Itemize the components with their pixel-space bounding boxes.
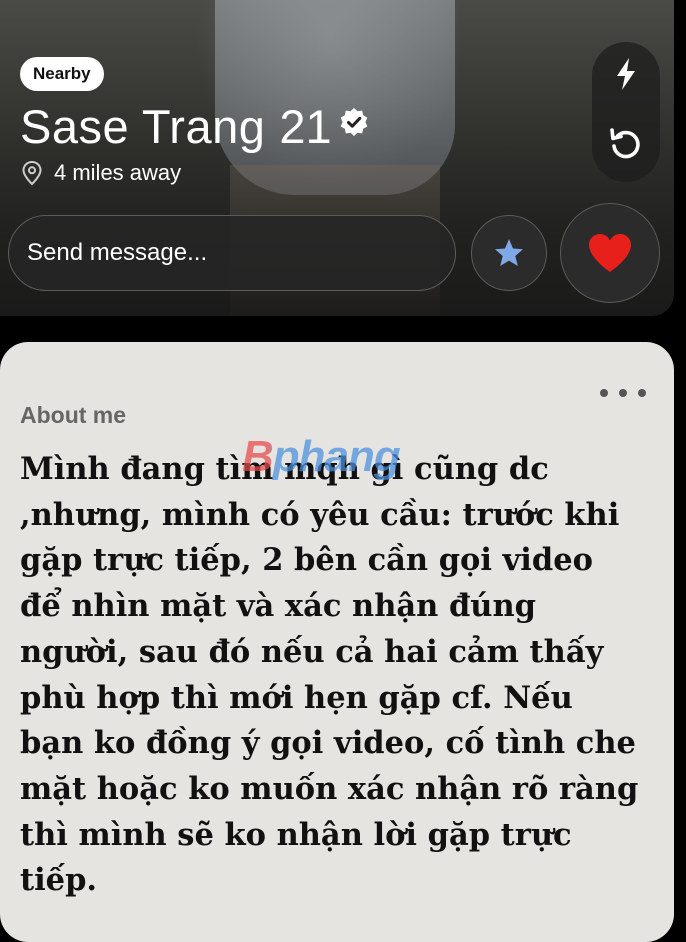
distance-text: 4 miles away — [54, 160, 182, 185]
heart-icon — [589, 234, 631, 272]
superlike-button[interactable] — [471, 215, 547, 291]
side-actions — [592, 42, 660, 182]
location-pin-icon — [22, 160, 42, 186]
about-heading: About me — [20, 402, 127, 428]
profile-name: Sase Trang — [20, 99, 266, 153]
profile-card[interactable]: Nearby Sase Trang 21 4 miles away Send m… — [0, 0, 674, 316]
verified-icon — [340, 108, 367, 136]
about-card: About me Mình đang tìm mqh gì cũng dc ,n… — [0, 342, 674, 942]
like-button[interactable] — [560, 203, 660, 303]
more-options-button[interactable] — [600, 382, 646, 404]
more-icon — [600, 389, 608, 397]
distance-row: 4 miles away — [20, 160, 181, 186]
name-row: Sase Trang 21 — [20, 96, 370, 156]
watermark: Bphang — [242, 432, 401, 481]
send-message-input[interactable]: Send message... — [8, 215, 456, 291]
boost-icon[interactable] — [609, 56, 643, 92]
profile-age: 21 — [279, 99, 332, 153]
rewind-icon[interactable] — [608, 124, 644, 162]
star-icon — [495, 239, 523, 266]
about-text: Mình đang tìm mqh gì cũng dc ,nhưng, mìn… — [20, 451, 639, 899]
nearby-badge: Nearby — [20, 57, 104, 91]
